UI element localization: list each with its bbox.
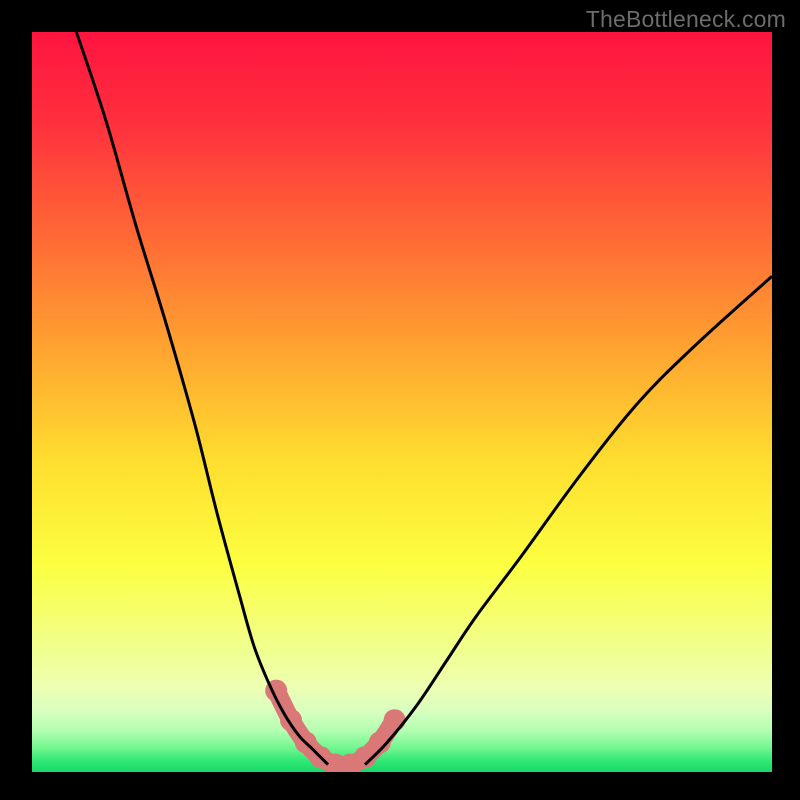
chart-frame: TheBottleneck.com [0,0,800,800]
valley-marker-point [384,709,406,731]
watermark-text: TheBottleneck.com [586,6,786,33]
right-curve [365,276,772,764]
plot-area [32,32,772,772]
left-curve [76,32,328,765]
curves-layer [32,32,772,772]
valley-marker-series [265,680,405,772]
